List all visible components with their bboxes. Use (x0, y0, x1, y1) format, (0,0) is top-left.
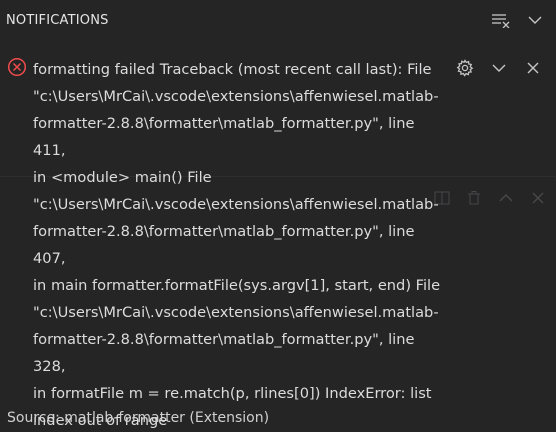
notification-message: formatting failed Traceback (most recent… (33, 61, 441, 429)
error-icon (7, 57, 27, 77)
collapse-panel-chevron-down-icon[interactable] (524, 9, 546, 31)
close-icon[interactable] (522, 57, 544, 79)
chevron-up-icon (496, 188, 516, 208)
notification-item: formatting failed Traceback (most recent… (0, 40, 556, 432)
gear-icon[interactable] (454, 57, 476, 79)
notification-actions (454, 57, 544, 79)
notifications-header: NOTIFICATIONS (0, 0, 556, 40)
close-icon (528, 188, 548, 208)
notifications-title: NOTIFICATIONS (6, 12, 109, 28)
clear-all-icon[interactable] (490, 9, 512, 31)
expand-chevron-down-icon[interactable] (488, 57, 510, 79)
trash-icon (464, 188, 484, 208)
header-actions (490, 0, 546, 40)
notification-source: Source: matlab-formatter (Extension) (7, 410, 270, 426)
background-editor-toolbar (432, 188, 548, 208)
